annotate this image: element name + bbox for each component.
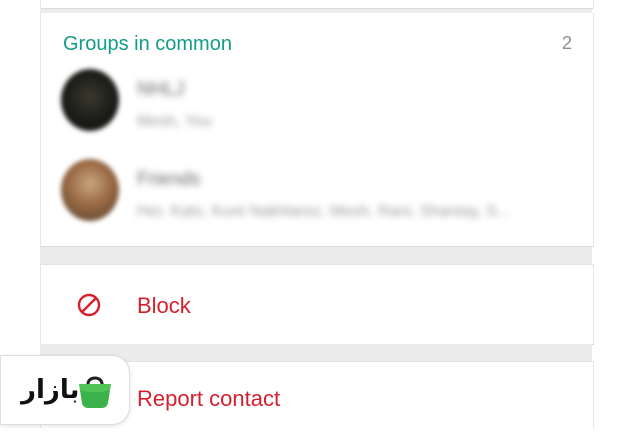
previous-section-card [40, 0, 594, 9]
bazaar-watermark: بازار [0, 355, 130, 425]
groups-section-title: Groups in common [63, 33, 232, 55]
group-members: Her, Kalo, Kunt Nakhlarez, Mesh, Rani, S… [137, 203, 511, 220]
group-name: Friends [137, 169, 201, 190]
block-card: Block [40, 264, 594, 345]
group-avatar [61, 159, 119, 221]
groups-count: 2 [561, 33, 572, 53]
block-button[interactable]: Block [41, 265, 593, 344]
shopping-bag-icon [79, 376, 111, 408]
group-avatar [61, 69, 119, 131]
block-label: Block [137, 293, 191, 318]
block-icon [77, 293, 101, 317]
group-row[interactable]: Friends Her, Kalo, Kunt Nakhlarez, Mesh,… [41, 159, 593, 249]
groups-in-common-card: Groups in common 2 NHLJ Mesh, You Friend… [40, 13, 594, 247]
group-name: NHLJ [137, 79, 185, 100]
group-row[interactable]: NHLJ Mesh, You [41, 69, 593, 159]
bazaar-logo-text: بازار [21, 374, 80, 404]
report-contact-label: Report contact [137, 386, 281, 411]
group-members: Mesh, You [137, 113, 212, 130]
section-divider [40, 247, 592, 264]
